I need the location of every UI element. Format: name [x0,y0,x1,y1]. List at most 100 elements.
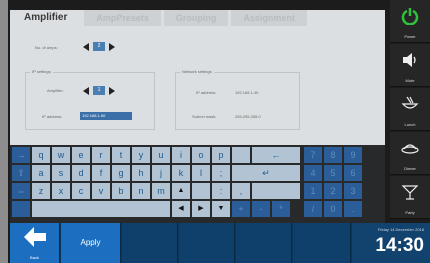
shift-key[interactable]: ⇧ [12,165,30,181]
power-button[interactable]: Power [390,0,430,43]
no-of-amps-label: No. of amps: [35,45,58,50]
date-label: Friday 14 December 2018 [377,227,424,232]
key-c[interactable]: c [72,183,90,199]
key-0[interactable]: 0 [324,201,342,217]
key-slash[interactable]: / [304,201,322,217]
empty-button[interactable] [293,223,351,263]
key-z[interactable]: z [32,183,50,199]
increment-arrow-icon[interactable] [109,86,115,95]
key-5[interactable]: 5 [324,165,342,181]
power-label: Power [404,34,416,39]
key-m[interactable]: m [152,183,170,199]
key-3[interactable]: 3 [344,183,362,199]
party-label: Party [405,210,415,215]
key-o[interactable]: o [192,147,210,163]
key-p[interactable]: p [212,147,230,163]
key-8[interactable]: 8 [324,147,342,163]
amplifier-stepper: 1 [83,86,115,95]
tab-assignment[interactable]: Assignment [231,10,307,26]
key-blank[interactable] [232,147,250,163]
tab-bar: Amplifier AmpPresets Grouping Assignment [10,10,310,26]
key-x[interactable]: x [52,183,70,199]
arrow-right-key[interactable]: ▶ [192,201,210,217]
key-e[interactable]: e [72,147,90,163]
key-blank[interactable] [192,183,210,199]
mute-button[interactable]: Mute [390,44,430,87]
no-of-amps-value: 2 [93,42,105,51]
network-ip-value: 192.168.1.40 [235,90,259,95]
key-a[interactable]: a [32,165,50,181]
speaker-icon [403,53,416,67]
key-9[interactable]: 9 [344,147,362,163]
key-b[interactable]: b [112,183,130,199]
key-k[interactable]: k [172,165,190,181]
empty-button[interactable] [179,223,235,263]
tab-amplifier[interactable]: Amplifier [10,10,82,26]
space-key[interactable] [32,201,170,217]
arrow-left-key[interactable]: ◀ [172,201,190,217]
key-w[interactable]: w [52,147,70,163]
key-comma[interactable]: , [232,183,250,199]
key-multiply[interactable]: * [272,201,290,217]
tab-key[interactable]: → [12,147,30,163]
key-1[interactable]: 1 [304,183,322,199]
time-label: 14:30 [375,235,424,256]
key-blank[interactable] [12,201,30,217]
key-6[interactable]: 6 [344,165,362,181]
key-4[interactable]: 4 [304,165,322,181]
back-button[interactable]: Back [10,223,60,263]
ip-address-field[interactable]: 192.168.1.60 [80,112,132,120]
ip-address-label: IP address: [42,114,63,119]
increment-arrow-icon[interactable] [109,42,115,51]
key-blank[interactable] [252,183,300,199]
decrement-arrow-icon[interactable] [83,42,89,51]
key-n[interactable]: n [132,183,150,199]
decrement-arrow-icon[interactable] [83,86,89,95]
cocktail-glass-icon [401,185,419,200]
key-semicolon[interactable]: ; [212,165,230,181]
tab-grouping[interactable]: Grouping [163,10,229,26]
key-minus[interactable]: - [252,201,270,217]
enter-key[interactable]: ↵ [232,165,300,181]
language-key[interactable]: ⇔ [12,183,30,199]
empty-button[interactable] [122,223,178,263]
key-dot[interactable]: . [344,201,362,217]
subnet-mask-value: 255.255.255.0 [235,114,261,119]
key-plus[interactable]: + [232,201,250,217]
key-y[interactable]: y [132,147,150,163]
key-q[interactable]: q [32,147,50,163]
key-l[interactable]: l [192,165,210,181]
tab-amppresets[interactable]: AmpPresets [84,10,161,26]
key-r[interactable]: r [92,147,110,163]
arrow-down-key[interactable]: ▼ [212,201,230,217]
key-colon[interactable]: : [212,183,230,199]
dinner-plate-icon [401,144,419,154]
arrow-up-key[interactable]: ▲ [172,183,190,199]
ip-settings-title: IP settings [30,69,53,74]
key-7[interactable]: 7 [304,147,322,163]
network-settings-title: Network settings [180,69,214,74]
dinner-button[interactable]: Dinner [390,132,430,175]
key-f[interactable]: f [92,165,110,181]
key-u[interactable]: u [152,147,170,163]
dinner-label: Dinner [404,166,416,171]
bowl-icon [401,96,419,109]
key-j[interactable]: j [152,165,170,181]
party-button[interactable]: Party [390,176,430,219]
key-2[interactable]: 2 [324,183,342,199]
key-d[interactable]: d [72,165,90,181]
amplifier-value: 1 [93,86,105,95]
back-label: Back [30,255,39,260]
key-i[interactable]: i [172,147,190,163]
power-icon [401,8,419,25]
backspace-key[interactable]: ← [252,147,300,163]
key-s[interactable]: s [52,165,70,181]
key-t[interactable]: t [112,147,130,163]
apply-button[interactable]: Apply [61,223,121,263]
key-g[interactable]: g [112,165,130,181]
lunch-button[interactable]: Lunch [390,88,430,131]
key-h[interactable]: h [132,165,150,181]
lunch-label: Lunch [404,122,416,127]
key-v[interactable]: v [92,183,110,199]
empty-button[interactable] [236,223,292,263]
